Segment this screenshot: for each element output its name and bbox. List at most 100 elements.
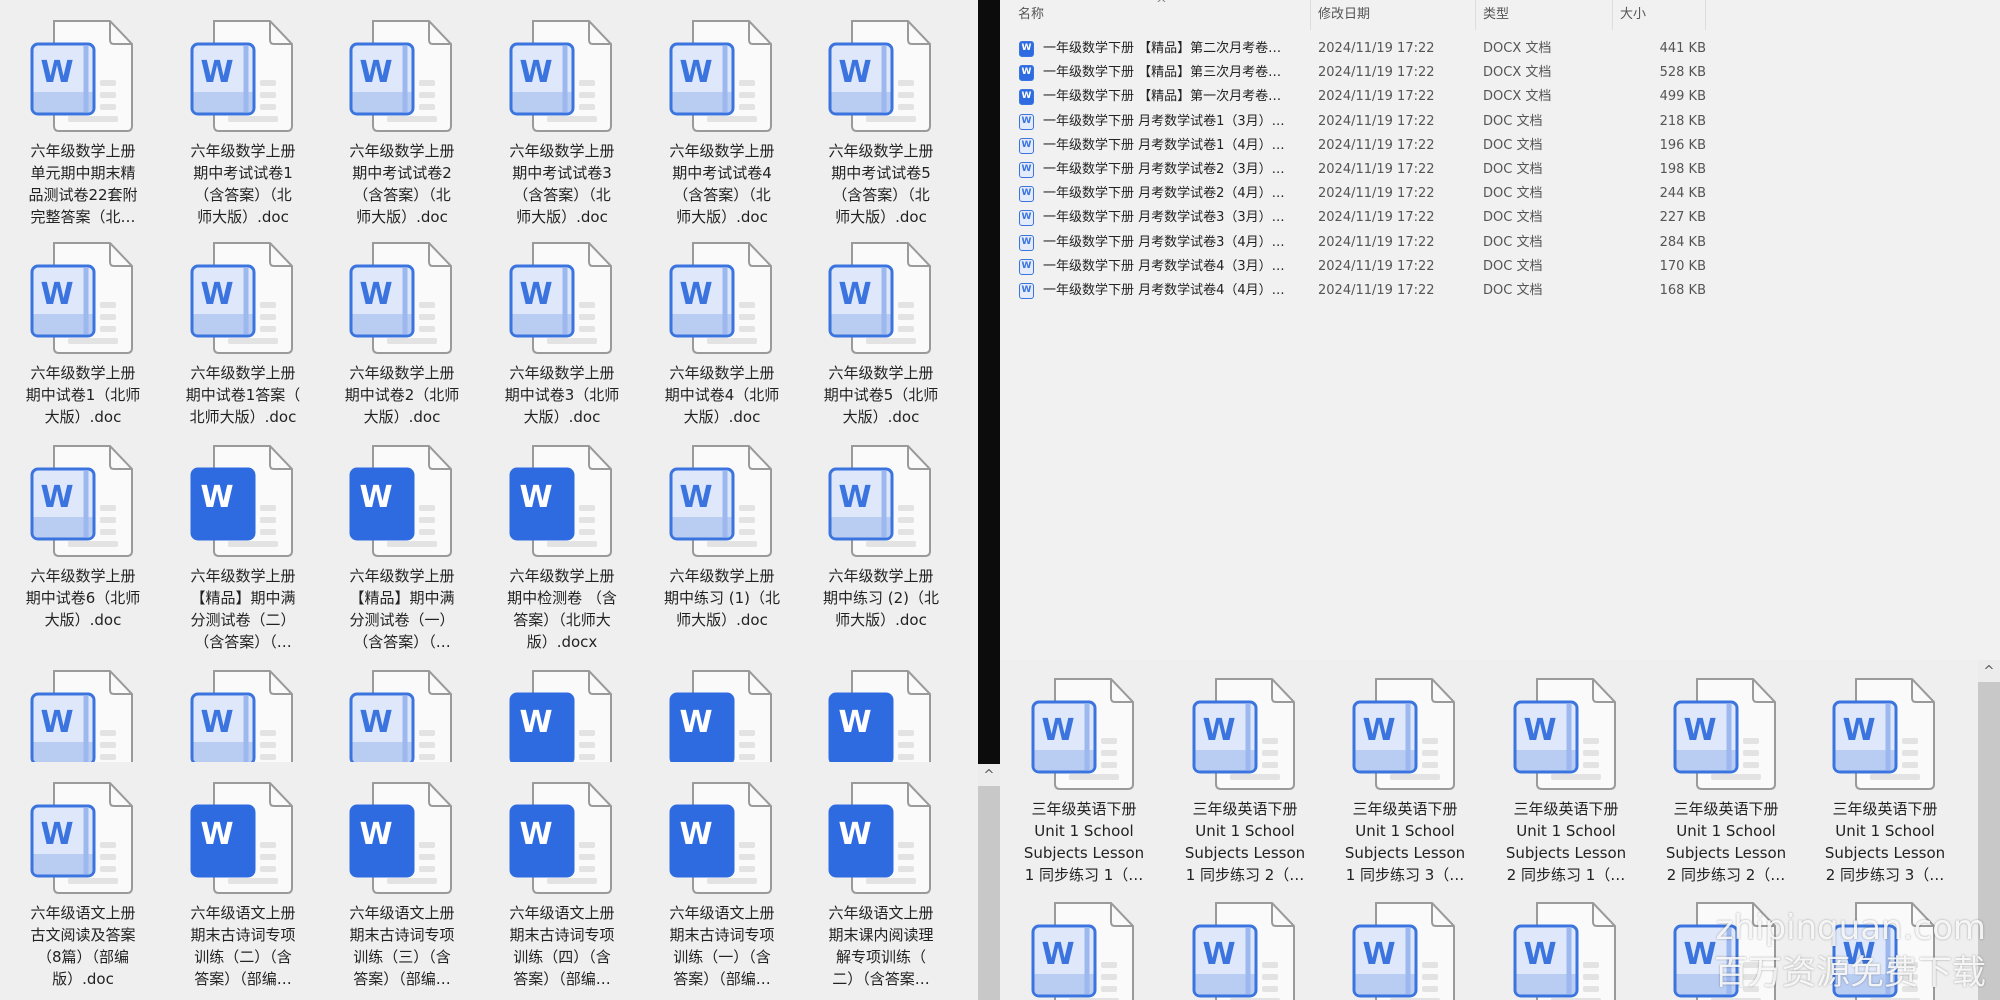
file-tile[interactable]: W 六年级数学上册 期中检测卷 （含 答案）（北师大 版）.docx (484, 443, 640, 653)
file-tile[interactable]: W (803, 668, 959, 762)
word-doc-file-icon: W (484, 18, 640, 134)
file-list-row[interactable]: W 一年级数学下册 【精品】第二次月考卷… 2024/11/19 17:22 DOCX… (1016, 37, 1706, 61)
file-name-label: 六年级数学上册 期中考试试卷2 （含答案）（北 师大版）.doc (349, 142, 455, 226)
file-tile[interactable]: W 六年级数学上册 期中考试试卷1 （含答案）（北 师大版）.doc (165, 18, 321, 228)
column-divider[interactable] (1705, 0, 1706, 30)
file-tile[interactable]: W 六年级数学上册 期中试卷5（北师 大版）.doc (803, 240, 959, 428)
file-tile[interactable]: W 六年级数学上册 期中试卷2（北师 大版）.doc (324, 240, 480, 428)
word-file-icon: W (1019, 137, 1034, 154)
file-list-row[interactable]: W 一年级数学下册 月考数学试卷1（4月）… 2024/11/19 17:22 DOC… (1016, 134, 1706, 158)
svg-text:W: W (1202, 937, 1235, 972)
word-doc-file-icon: W (1488, 676, 1644, 792)
file-name: 一年级数学下册 【精品】第一次月考卷… (1043, 89, 1282, 105)
word-doc-file-icon: W (324, 668, 480, 762)
file-tile[interactable]: W 六年级数学上册 期中考试试卷2 （含答案）（北 师大版）.doc (324, 18, 480, 228)
file-tile[interactable]: W 六年级数学上册 期中试卷1答案（ 北师大版）.doc (165, 240, 321, 428)
file-tile[interactable]: W 六年级数学上册 期中考试试卷3 （含答案）（北 师大版）.doc (484, 18, 640, 228)
word-doc-file-icon: W (1488, 900, 1644, 1000)
file-list-row[interactable]: W 一年级数学下册 月考数学试卷4（4月）… 2024/11/19 17:22 DOC… (1016, 279, 1706, 303)
file-list-row[interactable]: W 一年级数学下册 【精品】第一次月考卷… 2024/11/19 17:22 DOCX… (1016, 85, 1706, 109)
file-tile[interactable]: W 六年级语文上册 期末课内阅读理 解专项训练（ 二）（含答案… (803, 780, 959, 990)
scroll-up-button[interactable]: ^ (1978, 660, 2000, 682)
file-name: 一年级数学下册 月考数学试卷4（3月）… (1043, 258, 1285, 274)
file-name-label: 六年级数学上册 期中检测卷 （含 答案）（北师大 版）.docx (507, 567, 617, 651)
file-tile[interactable]: W 六年级数学上册 【精品】期中满 分测试卷（二） （含答案）（… (165, 443, 321, 653)
svg-text:W: W (519, 817, 552, 852)
column-divider[interactable] (1310, 0, 1311, 30)
file-size: 528 KB (1659, 65, 1706, 81)
word-doc-file-icon: W (803, 443, 959, 559)
left-scrollbar[interactable]: ^ (978, 764, 1000, 1000)
svg-text:W: W (200, 277, 233, 312)
file-tile[interactable]: W 六年级语文上册 期末古诗词专项 训练（一）（含 答案）（部编… (644, 780, 800, 990)
svg-text:W: W (1362, 937, 1395, 972)
column-divider[interactable] (1475, 0, 1476, 30)
file-tile[interactable]: W 三年级英语下册 Unit 1 School Subjects Lesson … (1648, 676, 1804, 886)
file-tile[interactable]: W 六年级数学上册 期中试卷6（北师 大版）.doc (5, 443, 161, 631)
column-header-name[interactable]: 名称 (1018, 0, 1044, 32)
file-tile[interactable]: W 六年级数学上册 期中试卷4（北师 大版）.doc (644, 240, 800, 428)
file-list-row[interactable]: W 一年级数学下册 月考数学试卷2（4月）… 2024/11/19 17:22 DOC… (1016, 182, 1706, 206)
column-header-date[interactable]: 修改日期 (1318, 0, 1370, 32)
file-size: 441 KB (1659, 41, 1706, 56)
file-name-label: 六年级数学上册 期中试卷4（北师 大版）.doc (664, 364, 780, 426)
file-tile[interactable]: W 六年级语文上册 期末古诗词专项 训练（四）（含 答案）（部编… (484, 780, 640, 990)
svg-text:W: W (1523, 713, 1556, 748)
column-divider[interactable] (1612, 0, 1613, 30)
file-tile[interactable]: W 三年级英语下册 Unit 1 School Subjects Lesson … (1327, 676, 1483, 886)
word-doc-file-icon: W (165, 668, 321, 762)
file-name-label: 三年级英语下册 Unit 1 School Subjects Lesson 2 … (1824, 800, 1946, 884)
file-list-row[interactable]: W 一年级数学下册 月考数学试卷3（3月）… 2024/11/19 17:22 DOC… (1016, 206, 1706, 230)
file-tile[interactable]: W 六年级语文上册 期末古诗词专项 训练（三）（含 答案）（部编… (324, 780, 480, 990)
file-tile[interactable]: W 六年级数学上册 期中考试试卷5 （含答案）（北 师大版）.doc (803, 18, 959, 228)
file-name: 一年级数学下册 【精品】第二次月考卷… (1043, 41, 1282, 56)
svg-text:W: W (1683, 713, 1716, 748)
file-tile[interactable]: W (1167, 900, 1323, 1000)
file-tile[interactable]: W 六年级数学上册 期中试卷1（北师 大版）.doc (5, 240, 161, 428)
word-doc-file-icon: W (165, 18, 321, 134)
file-tile[interactable]: W (1327, 900, 1483, 1000)
file-list-row[interactable]: W 一年级数学下册 月考数学试卷1（3月）… 2024/11/19 17:22 DOC… (1016, 110, 1706, 134)
word-docx-file-icon: W (324, 780, 480, 896)
scroll-up-button[interactable]: ^ (978, 764, 1000, 786)
file-tile[interactable]: W 三年级英语下册 Unit 1 School Subjects Lesson … (1488, 676, 1644, 886)
file-tile[interactable]: W (324, 668, 480, 762)
modified-date: 2024/11/19 17:22 (1318, 89, 1435, 105)
file-tile[interactable]: W 三年级英语下册 Unit 1 School Subjects Lesson … (1167, 676, 1323, 886)
file-tile[interactable]: W 六年级数学上册 期中练习 (2)（北 师大版）.doc (803, 443, 959, 631)
file-tile[interactable]: W (644, 668, 800, 762)
column-header-size[interactable]: 大小 (1620, 0, 1646, 32)
column-header-type[interactable]: 类型 (1483, 0, 1509, 32)
file-tile[interactable]: W 三年级英语下册 Unit 1 School Subjects Lesson … (1807, 676, 1963, 886)
svg-text:W: W (519, 705, 552, 740)
file-tile[interactable]: W 六年级数学上册 期中练习 (1)（北 师大版）.doc (644, 443, 800, 631)
file-type: DOC 文档 (1483, 234, 1543, 250)
file-list-row[interactable]: W 一年级数学下册 【精品】第三次月考卷… 2024/11/19 17:22 DOCX… (1016, 61, 1706, 85)
file-tile[interactable]: W 六年级数学上册 期中考试试卷4 （含答案）（北 师大版）.doc (644, 18, 800, 228)
file-tile[interactable]: W 六年级语文上册 期末古诗词专项 训练（二）（含 答案）（部编… (165, 780, 321, 990)
file-list-row[interactable]: W 一年级数学下册 月考数学试卷3（4月）… 2024/11/19 17:22 DOC… (1016, 231, 1706, 255)
file-tile[interactable]: W 六年级数学上册 单元期中期末精 品测试卷22套附 完整答案（北… (5, 18, 161, 228)
file-tile[interactable]: W (5, 668, 161, 762)
file-tile[interactable]: W (1488, 900, 1644, 1000)
file-tile[interactable]: W (484, 668, 640, 762)
file-name-label: 六年级数学上册 期中考试试卷4 （含答案）（北 师大版）.doc (669, 142, 775, 226)
file-name-label: 六年级数学上册 期中试卷1（北师 大版）.doc (25, 364, 141, 426)
file-tile[interactable]: W 六年级数学上册 期中试卷3（北师 大版）.doc (484, 240, 640, 428)
file-tile[interactable]: W 三年级英语下册 Unit 1 School Subjects Lesson … (1006, 676, 1162, 886)
file-list-row[interactable]: W 一年级数学下册 月考数学试卷4（3月）… 2024/11/19 17:22 DOC… (1016, 255, 1706, 279)
modified-date: 2024/11/19 17:22 (1318, 210, 1435, 226)
file-tile[interactable]: W (1006, 900, 1162, 1000)
word-doc-file-icon: W (5, 668, 161, 762)
modified-date: 2024/11/19 17:22 (1318, 65, 1435, 81)
file-tile[interactable]: W 六年级语文上册 古文阅读及答案 （8篇）（部编 版）.doc (5, 780, 161, 990)
file-list-row[interactable]: W 一年级数学下册 月考数学试卷2（3月）… 2024/11/19 17:22 DOC… (1016, 158, 1706, 182)
word-file-icon: W (1019, 113, 1034, 130)
modified-date: 2024/11/19 17:22 (1318, 137, 1435, 153)
word-file-icon: W (1019, 65, 1034, 82)
svg-text:W: W (359, 55, 392, 90)
svg-text:W: W (838, 480, 871, 515)
svg-text:W: W (40, 705, 73, 740)
file-tile[interactable]: W (165, 668, 321, 762)
file-tile[interactable]: W 六年级数学上册 【精品】期中满 分测试卷（一） （含答案）（… (324, 443, 480, 653)
